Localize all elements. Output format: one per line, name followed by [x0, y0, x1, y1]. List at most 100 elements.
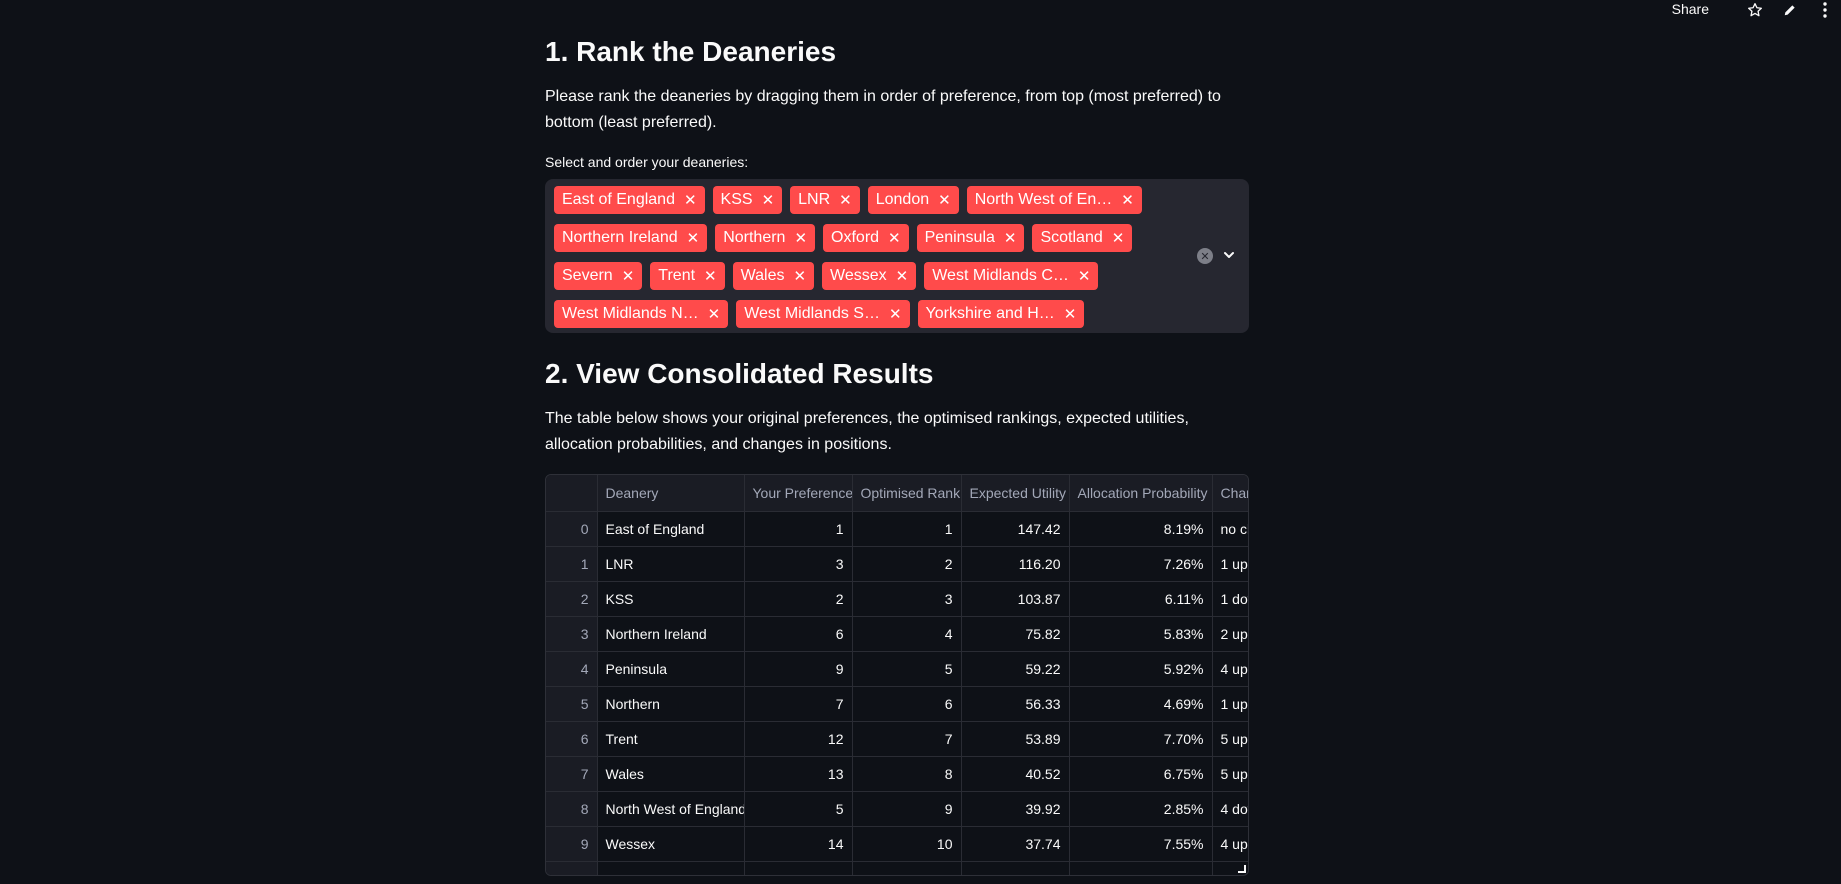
selected-tag[interactable]: Wales ✕: [732, 262, 815, 290]
table-cell[interactable]: 3: [744, 546, 853, 582]
remove-tag-icon[interactable]: ✕: [794, 231, 807, 246]
column-header[interactable]: Optimised Rank: [852, 475, 962, 512]
row-index[interactable]: 7: [546, 756, 598, 792]
table-cell[interactable]: 2.85%: [1069, 791, 1213, 827]
table-cell[interactable]: Wales: [597, 756, 745, 792]
column-header[interactable]: Your Preference: [744, 475, 853, 512]
row-index[interactable]: 9: [546, 826, 598, 862]
remove-tag-icon[interactable]: ✕: [1112, 231, 1125, 246]
chevron-down-icon[interactable]: [1221, 247, 1237, 263]
table-cell[interactable]: 7: [852, 721, 962, 757]
table-cell[interactable]: 103.87: [961, 581, 1070, 617]
table-cell[interactable]: 6: [744, 616, 853, 652]
selected-tag[interactable]: Yorkshire and H… ✕: [917, 300, 1085, 328]
table-cell[interactable]: 9: [852, 791, 962, 827]
table-cell[interactable]: 147.42: [961, 511, 1070, 547]
table-cell[interactable]: 4 up: [1212, 651, 1248, 687]
remove-tag-icon[interactable]: ✕: [1064, 307, 1077, 322]
table-cell[interactable]: [597, 861, 745, 875]
table-cell[interactable]: 1 dow: [1212, 581, 1248, 617]
table-cell[interactable]: 1: [852, 511, 962, 547]
table-cell[interactable]: 4 dow: [1212, 791, 1248, 827]
table-cell[interactable]: 5: [744, 791, 853, 827]
table-cell[interactable]: Northern Ireland: [597, 616, 745, 652]
table-cell[interactable]: 5 up: [1212, 756, 1248, 792]
table-cell[interactable]: 5.83%: [1069, 616, 1213, 652]
remove-tag-icon[interactable]: ✕: [889, 307, 902, 322]
share-button[interactable]: Share: [1672, 1, 1709, 17]
selected-tag[interactable]: Peninsula ✕: [916, 224, 1025, 252]
table-cell[interactable]: 56.33: [961, 686, 1070, 722]
column-header[interactable]: Expected Utility: [961, 475, 1070, 512]
table-cell[interactable]: 2: [852, 546, 962, 582]
remove-tag-icon[interactable]: ✕: [1004, 231, 1017, 246]
row-index[interactable]: 4: [546, 651, 598, 687]
table-cell[interactable]: 8: [852, 756, 962, 792]
table-cell[interactable]: 4 up: [1212, 826, 1248, 862]
column-header[interactable]: Allocation Probability: [1069, 475, 1213, 512]
remove-tag-icon[interactable]: ✕: [1078, 269, 1091, 284]
column-header[interactable]: Chan: [1212, 475, 1248, 512]
table-cell[interactable]: 7.55%: [1069, 826, 1213, 862]
table-cell[interactable]: Trent: [597, 721, 745, 757]
row-index[interactable]: 5: [546, 686, 598, 722]
table-cell[interactable]: 5: [852, 651, 962, 687]
table-cell[interactable]: 6.75%: [1069, 756, 1213, 792]
row-index[interactable]: 3: [546, 616, 598, 652]
table-cell[interactable]: 6: [852, 686, 962, 722]
table-cell[interactable]: 7: [744, 686, 853, 722]
more-vertical-icon[interactable]: [1816, 1, 1834, 19]
resize-handle-icon[interactable]: [1238, 865, 1246, 873]
selected-tag[interactable]: Trent ✕: [650, 262, 725, 290]
column-header[interactable]: Deanery: [597, 475, 745, 512]
star-icon[interactable]: [1746, 1, 1764, 19]
remove-tag-icon[interactable]: ✕: [708, 307, 721, 322]
selected-tag[interactable]: West Midlands N… ✕: [554, 300, 729, 328]
selected-tag[interactable]: Northern ✕: [715, 224, 816, 252]
selected-tag[interactable]: LNR ✕: [790, 186, 860, 214]
selected-tag[interactable]: East of England ✕: [554, 186, 705, 214]
table-cell[interactable]: 1: [744, 511, 853, 547]
table-cell[interactable]: [961, 861, 1070, 875]
table-cell[interactable]: 1 up: [1212, 686, 1248, 722]
table-cell[interactable]: 59.22: [961, 651, 1070, 687]
edit-pencil-icon[interactable]: [1781, 1, 1799, 19]
selected-tag[interactable]: KSS ✕: [712, 186, 783, 214]
table-cell[interactable]: 1 up: [1212, 546, 1248, 582]
table-cell[interactable]: 4: [852, 616, 962, 652]
remove-tag-icon[interactable]: ✕: [1121, 193, 1134, 208]
table-cell[interactable]: 3: [852, 581, 962, 617]
table-cell[interactable]: 53.89: [961, 721, 1070, 757]
remove-tag-icon[interactable]: ✕: [684, 193, 697, 208]
selected-tag[interactable]: Wessex ✕: [822, 262, 917, 290]
table-cell[interactable]: 7.26%: [1069, 546, 1213, 582]
table-cell[interactable]: East of England: [597, 511, 745, 547]
selected-tag[interactable]: West Midlands C… ✕: [924, 262, 1099, 290]
table-cell[interactable]: no ch: [1212, 511, 1248, 547]
row-index[interactable]: 0: [546, 511, 598, 547]
table-cell[interactable]: 75.82: [961, 616, 1070, 652]
clear-all-icon[interactable]: ✕: [1197, 248, 1213, 264]
remove-tag-icon[interactable]: ✕: [888, 231, 901, 246]
table-cell[interactable]: [852, 861, 962, 875]
remove-tag-icon[interactable]: ✕: [704, 269, 717, 284]
deanery-multiselect[interactable]: East of England ✕ KSS ✕ LNR ✕ London ✕ North Wes…: [545, 179, 1249, 333]
table-cell[interactable]: 10: [852, 826, 962, 862]
row-index[interactable]: 2: [546, 581, 598, 617]
table-cell[interactable]: 14: [744, 826, 853, 862]
selected-tag[interactable]: West Midlands S… ✕: [736, 300, 910, 328]
table-cell[interactable]: Peninsula: [597, 651, 745, 687]
row-index[interactable]: 1: [546, 546, 598, 582]
table-cell[interactable]: KSS: [597, 581, 745, 617]
remove-tag-icon[interactable]: ✕: [762, 193, 775, 208]
selected-tag[interactable]: North West of En… ✕: [966, 186, 1142, 214]
selected-tag[interactable]: Severn ✕: [554, 262, 643, 290]
table-cell[interactable]: 5 up: [1212, 721, 1248, 757]
table-cell[interactable]: 13: [744, 756, 853, 792]
table-cell[interactable]: 39.92: [961, 791, 1070, 827]
table-cell[interactable]: LNR: [597, 546, 745, 582]
table-cell[interactable]: North West of England: [597, 791, 745, 827]
results-dataframe[interactable]: Deanery Your Preference Optimised Rank Expe…: [545, 474, 1249, 876]
table-cell[interactable]: 7.70%: [1069, 721, 1213, 757]
table-cell[interactable]: 116.20: [961, 546, 1070, 582]
